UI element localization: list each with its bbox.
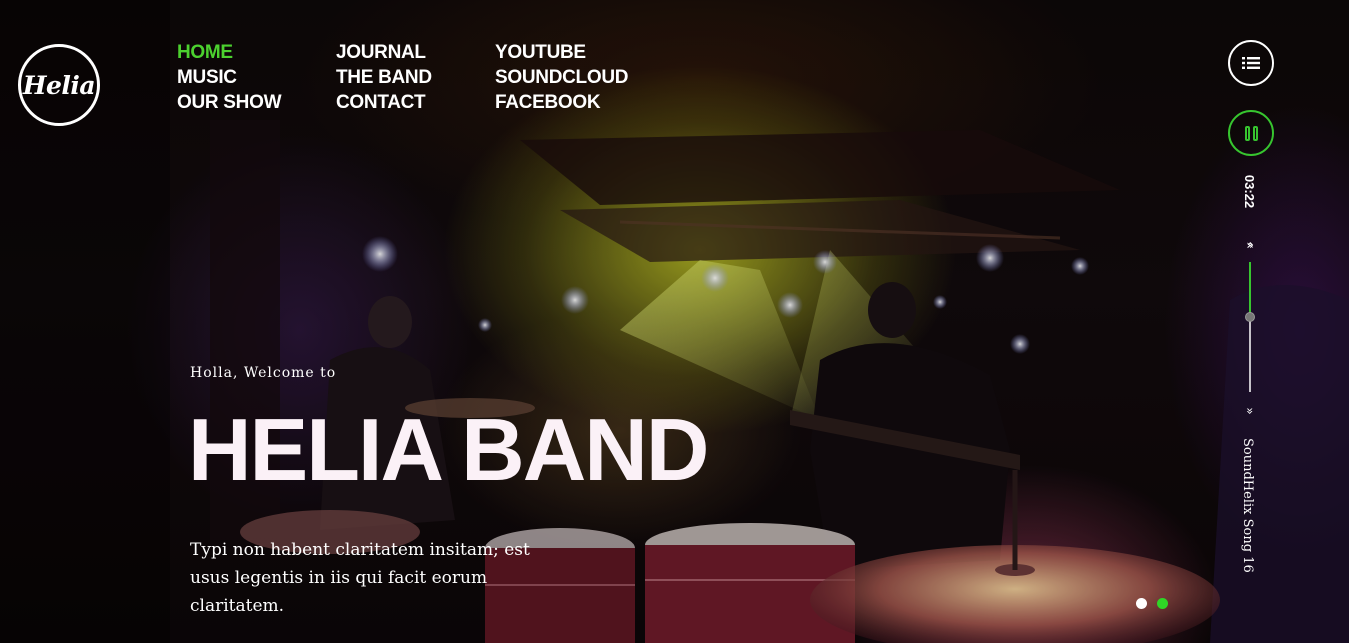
- volume-slider[interactable]: [1245, 262, 1255, 392]
- nav-link-the-band[interactable]: THE BAND: [336, 65, 432, 90]
- nav-link-journal[interactable]: JOURNAL: [336, 40, 432, 65]
- slider-dot-2[interactable]: [1157, 598, 1168, 609]
- slider-dots: [1136, 598, 1168, 609]
- hero-description: Typi non habent claritatem insitam; est …: [190, 540, 530, 616]
- track-time-text: 03:22: [1242, 174, 1258, 208]
- nav-column-2: JOURNAL THE BAND CONTACT: [336, 40, 432, 115]
- nav-link-contact[interactable]: CONTACT: [336, 90, 432, 115]
- nav-link-facebook[interactable]: FACEBOOK: [495, 90, 628, 115]
- nav-column-1: HOME MUSIC OUR SHOW: [177, 40, 282, 115]
- hero-welcome: Holla, Welcome to: [190, 365, 337, 381]
- nav-column-3: YOUTUBE SOUNDCLOUD FACEBOOK: [495, 40, 628, 115]
- volume-down-icon[interactable]: »: [1243, 403, 1257, 419]
- menu-button[interactable]: [1228, 40, 1274, 86]
- nav-link-our-show[interactable]: OUR SHOW: [177, 90, 282, 115]
- pause-icon-bar: [1252, 125, 1258, 141]
- nav-link-home[interactable]: HOME: [177, 40, 281, 65]
- pause-icon: [1244, 125, 1250, 141]
- slider-dot-1[interactable]: [1136, 598, 1147, 609]
- helia-logo[interactable]: Helia: [18, 44, 100, 126]
- nav-link-music[interactable]: MUSIC: [177, 65, 281, 90]
- track-name: SoundHelix Song 16: [1240, 438, 1255, 573]
- volume-up-chevron-icon: »: [1243, 241, 1257, 249]
- hero-title: HELIA BAND: [188, 400, 709, 499]
- volume-knob[interactable]: [1245, 312, 1255, 322]
- hero-section: Helia HOME MUSIC OUR SHOW JOURNAL THE BA…: [0, 0, 1349, 643]
- nav-link-youtube[interactable]: YOUTUBE: [495, 40, 628, 65]
- logo-text: Helia: [22, 70, 96, 100]
- nav-link-soundcloud[interactable]: SOUNDCLOUD: [495, 65, 628, 90]
- list-icon: [1242, 57, 1260, 69]
- pause-button[interactable]: [1228, 110, 1274, 156]
- track-time: 03:22: [1238, 170, 1262, 212]
- volume-fill: [1249, 262, 1251, 317]
